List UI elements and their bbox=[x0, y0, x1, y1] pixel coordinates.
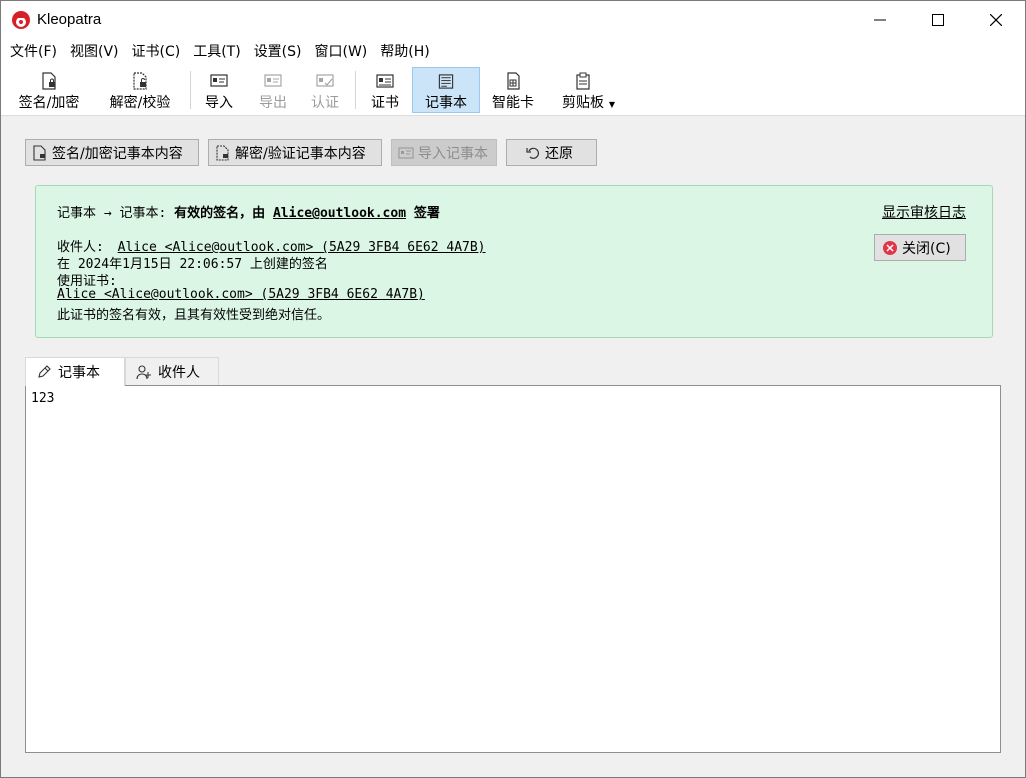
notepad-editor[interactable]: 123 bbox=[25, 385, 1001, 753]
import-label: 导入 bbox=[205, 95, 233, 111]
menu-bar: 文件(F) 视图(V) 证书(C) 工具(T) 设置(S) 窗口(W) 帮助(H… bbox=[1, 39, 1025, 65]
certify-icon bbox=[316, 74, 334, 87]
notepad-label: 记事本 bbox=[425, 95, 467, 111]
sign-encrypt-icon bbox=[42, 72, 56, 90]
clipboard-label: 剪贴板 bbox=[562, 95, 604, 111]
tab-recipients[interactable]: 收件人 bbox=[125, 357, 219, 385]
import-tool-button[interactable]: 导入 bbox=[197, 67, 241, 113]
kleopatra-logo-icon bbox=[12, 11, 30, 29]
add-user-icon bbox=[136, 364, 151, 379]
close-circle-icon bbox=[883, 240, 897, 255]
sign-encrypt-icon bbox=[33, 144, 46, 161]
close-window-button[interactable] bbox=[967, 1, 1025, 39]
menu-help[interactable]: 帮助(H) bbox=[375, 39, 434, 65]
show-audit-log-link[interactable]: 显示审核日志 bbox=[882, 202, 966, 222]
decrypt-verify-notepad-label: 解密/验证记事本内容 bbox=[235, 145, 366, 162]
clipboard-tool-button[interactable]: 剪贴板 ▼ bbox=[553, 67, 615, 113]
main-toolbar: 签名/加密 解密/校验 导入 导出 认证 证书 记事本 智能卡 剪贴板 ▼ bbox=[1, 65, 1025, 116]
maximize-icon bbox=[932, 14, 944, 26]
pencil-icon bbox=[38, 365, 51, 378]
sign-encrypt-notepad-label: 签名/加密记事本内容 bbox=[52, 145, 183, 162]
certificates-tool-button[interactable]: 证书 bbox=[363, 67, 407, 113]
import-notepad-button[interactable]: 导入记事本 bbox=[391, 139, 497, 166]
decrypt-verify-icon bbox=[133, 72, 147, 90]
tab-recipients-label: 收件人 bbox=[158, 364, 200, 381]
signer-link[interactable]: Alice@outlook.com bbox=[273, 206, 406, 221]
clipboard-icon bbox=[576, 72, 590, 90]
minimize-button[interactable] bbox=[851, 1, 909, 39]
sign-encrypt-label: 签名/加密 bbox=[18, 95, 80, 111]
import-certificate-icon bbox=[210, 74, 228, 87]
certificate-list-icon bbox=[376, 74, 394, 88]
revert-button[interactable]: 还原 bbox=[506, 139, 597, 166]
signature-result-panel: 记事本 → 记事本: 有效的签名，由 Alice@outlook.com 签署 … bbox=[35, 185, 993, 338]
sign-encrypt-tool-button[interactable]: 签名/加密 bbox=[9, 67, 89, 113]
window-title: Kleopatra bbox=[37, 11, 102, 28]
signature-header: 记事本 → 记事本: 有效的签名，由 Alice@outlook.com 签署 bbox=[57, 202, 440, 221]
notepad-tool-button[interactable]: 记事本 bbox=[412, 67, 480, 113]
menu-view[interactable]: 视图(V) bbox=[65, 39, 124, 65]
minimize-icon bbox=[874, 19, 886, 21]
menu-settings[interactable]: 设置(S) bbox=[249, 39, 307, 65]
certify-label: 认证 bbox=[311, 95, 339, 111]
smartcard-icon bbox=[507, 72, 520, 90]
title-bar[interactable]: Kleopatra bbox=[1, 1, 1025, 39]
maximize-button[interactable] bbox=[909, 1, 967, 39]
decrypt-verify-notepad-button[interactable]: 解密/验证记事本内容 bbox=[208, 139, 382, 166]
sign-encrypt-notepad-button[interactable]: 签名/加密记事本内容 bbox=[25, 139, 199, 166]
main-window: Kleopatra 文件(F) 视图(V) 证书(C) 工具(T) 设置(S) … bbox=[0, 0, 1026, 778]
header-suffix: 签署 bbox=[413, 206, 440, 221]
toolbar-separator bbox=[190, 71, 191, 109]
header-status: 有效的签名，由 bbox=[174, 206, 266, 221]
export-tool-button[interactable]: 导出 bbox=[251, 67, 295, 113]
certificates-label: 证书 bbox=[371, 95, 399, 111]
decrypt-verify-label: 解密/校验 bbox=[109, 95, 171, 111]
cert-link[interactable]: Alice <Alice@outlook.com> (5A29 3FB4 6E6… bbox=[57, 287, 425, 302]
menu-window[interactable]: 窗口(W) bbox=[310, 39, 373, 65]
decrypt-verify-tool-button[interactable]: 解密/校验 bbox=[100, 67, 180, 113]
menu-file[interactable]: 文件(F) bbox=[5, 39, 62, 65]
import-notepad-label: 导入记事本 bbox=[418, 145, 488, 162]
import-certificate-icon bbox=[398, 146, 414, 159]
undo-icon bbox=[526, 147, 539, 159]
menu-certificates[interactable]: 证书(C) bbox=[127, 39, 186, 65]
header-prefix: 记事本 → 记事本: bbox=[57, 206, 167, 221]
notepad-icon bbox=[438, 74, 454, 89]
close-message-label: 关闭(C) bbox=[902, 240, 951, 257]
export-label: 导出 bbox=[259, 95, 287, 111]
decrypt-verify-icon bbox=[216, 144, 229, 161]
tab-notepad[interactable]: 记事本 bbox=[25, 357, 125, 386]
tab-notepad-label: 记事本 bbox=[58, 365, 100, 381]
smartcards-label: 智能卡 bbox=[492, 95, 534, 111]
menu-tools[interactable]: 工具(T) bbox=[188, 39, 245, 65]
close-message-button[interactable]: 关闭(C) bbox=[874, 234, 966, 261]
editor-content: 123 bbox=[31, 391, 55, 406]
toolbar-separator bbox=[355, 71, 356, 109]
smartcards-tool-button[interactable]: 智能卡 bbox=[485, 67, 541, 113]
caret-down-icon: ▼ bbox=[608, 100, 615, 109]
validity-text: 此证书的签名有效，且其有效性受到绝对信任。 bbox=[57, 308, 331, 323]
revert-label: 还原 bbox=[545, 145, 573, 162]
close-icon bbox=[990, 14, 1002, 26]
certify-tool-button[interactable]: 认证 bbox=[303, 67, 347, 113]
export-certificate-icon bbox=[264, 74, 282, 87]
